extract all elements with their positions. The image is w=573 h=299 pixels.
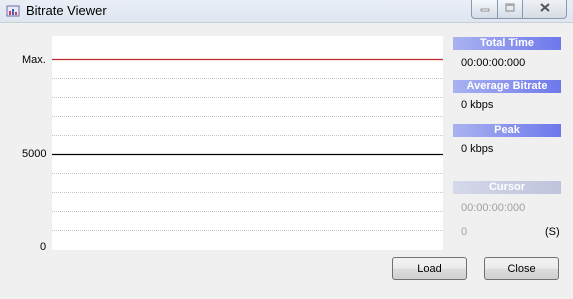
maximize-icon <box>505 3 515 15</box>
close-icon <box>539 3 550 15</box>
cursor-unit: (S) <box>545 226 560 238</box>
y-label-mid: 5000 <box>22 148 47 160</box>
bitrate-app-icon <box>6 4 20 18</box>
total-time-header: Total Time <box>453 37 561 50</box>
plot-svg <box>52 58 443 231</box>
maximize-button[interactable] <box>498 0 523 19</box>
total-time-value: 00:00:00:000 <box>461 57 526 69</box>
y-label-max: Max. <box>22 54 46 66</box>
bitrate-plot-area[interactable] <box>52 36 443 250</box>
average-bitrate-value: 0 kbps <box>461 99 494 111</box>
average-bitrate-header: Average Bitrate <box>453 80 561 93</box>
load-button[interactable]: Load <box>392 257 467 280</box>
cursor-value: 0 <box>461 226 468 238</box>
close-window-button[interactable] <box>523 0 567 19</box>
minimize-icon <box>480 3 490 15</box>
peak-value: 0 kbps <box>461 143 494 155</box>
title-bar: Bitrate Viewer <box>0 0 573 22</box>
cursor-header: Cursor <box>453 181 561 194</box>
y-label-zero: 0 <box>40 241 47 253</box>
peak-header: Peak <box>453 124 561 137</box>
minimize-button[interactable] <box>471 0 498 19</box>
cursor-time-value: 00:00:00:000 <box>461 202 526 214</box>
close-button[interactable]: Close <box>484 257 559 280</box>
window-title: Bitrate Viewer <box>26 3 107 18</box>
